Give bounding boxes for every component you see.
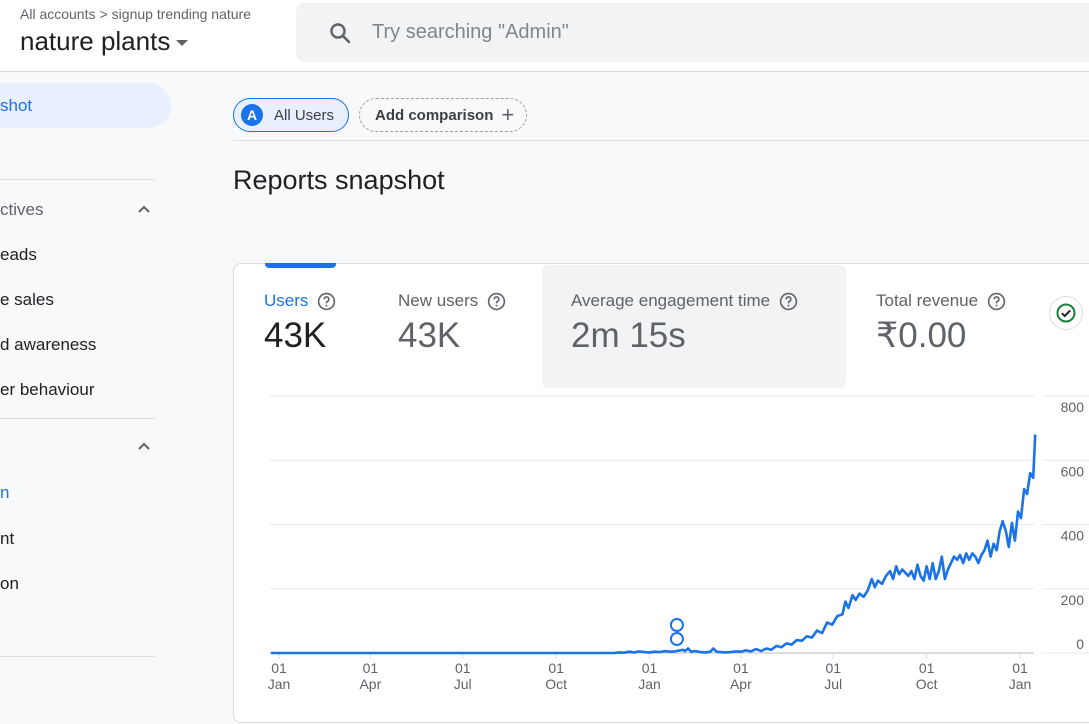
sidebar-item-examine-user-behaviour[interactable]: er behaviour [0,380,95,400]
sidebar: shot ctives eads e sales d awareness er … [0,73,180,712]
x-tick-label-month: Apr [359,676,381,692]
sidebar-divider [0,179,155,180]
add-comparison-button[interactable]: Add comparison + [359,98,528,132]
y-tick-label: 200 [1061,592,1085,608]
sidebar-item-drive-online-sales[interactable]: e sales [0,290,54,310]
x-tick-label-day: 01 [271,660,287,676]
divider [233,140,1089,141]
x-tick-label-month: Jan [1009,676,1032,692]
y-tick-label: 400 [1061,528,1085,544]
property-selector[interactable]: nature plants [20,26,189,57]
chevron-up-icon[interactable] [137,439,151,453]
segment-label: All Users [274,106,335,124]
x-tick-label-day: 01 [919,660,935,676]
search-bar[interactable] [296,3,1089,62]
sidebar-item-generate-leads[interactable]: eads [0,245,37,265]
x-tick-label-month: Oct [916,676,938,692]
sidebar-item-acquisition[interactable]: n [0,483,9,503]
annotation-marker [669,632,684,646]
overview-card: Users 43K New users 43K Average engageme… [233,263,1089,723]
sidebar-divider [0,418,155,419]
search-icon [330,22,351,43]
y-tick-label: 800 [1061,399,1085,415]
sidebar-item-monetisation[interactable]: on [0,574,19,594]
x-tick-label-day: 01 [363,660,379,676]
x-tick-label-day: 01 [733,660,749,676]
comparison-bar: A All Users Add comparison + [233,98,528,132]
sidebar-item-label: shot [0,95,33,115]
add-comparison-label: Add comparison [375,106,494,124]
breadcrumb-account[interactable]: signup trending nature [112,6,251,22]
x-tick-label-month: Jul [824,676,842,692]
plus-icon: + [501,102,515,127]
y-tick-label: 0 [1076,636,1084,652]
page-title: Reports snapshot [233,165,445,195]
chevron-up-icon[interactable] [137,202,151,216]
annotation-marker [669,618,684,632]
sidebar-section-business-objectives[interactable]: ctives [0,200,43,220]
x-tick-label-month: Oct [545,676,567,692]
top-bar: All accounts > signup trending nature natu… [0,0,1089,72]
property-name: nature plants [20,26,171,56]
x-tick-label-day: 01 [642,660,658,676]
x-tick-label-day: 01 [455,660,471,676]
caret-down-icon [176,39,189,46]
x-tick-label-month: Jan [268,676,291,692]
search-input[interactable] [372,21,972,44]
breadcrumb: All accounts > signup trending nature [20,6,251,22]
users-line-chart: 8006004002000 01Jan01Apr01Jul01Oct01Jan0… [268,395,1089,692]
x-tick-label-month: Jul [454,676,472,692]
x-tick-label-day: 01 [1012,660,1028,676]
series-line-users[interactable] [270,434,1037,655]
segment-avatar: A [241,104,263,126]
x-tick-label-day: 01 [825,660,841,676]
x-tick-label-day: 01 [548,660,564,676]
sidebar-divider [0,656,155,657]
y-tick-label: 600 [1061,463,1085,479]
sidebar-item-reports-snapshot[interactable]: shot [0,83,171,128]
segment-chip-all-users[interactable]: A All Users [233,98,350,132]
sidebar-item-engagement[interactable]: nt [0,529,14,549]
sidebar-item-raise-brand-awareness[interactable]: d awareness [0,335,96,355]
breadcrumb-chevron-icon: > [99,6,108,22]
breadcrumb-accounts[interactable]: All accounts [20,6,95,22]
x-tick-label-month: Apr [730,676,752,692]
main-content: A All Users Add comparison + Reports sna… [233,73,1089,723]
x-tick-label-month: Jan [638,676,661,692]
